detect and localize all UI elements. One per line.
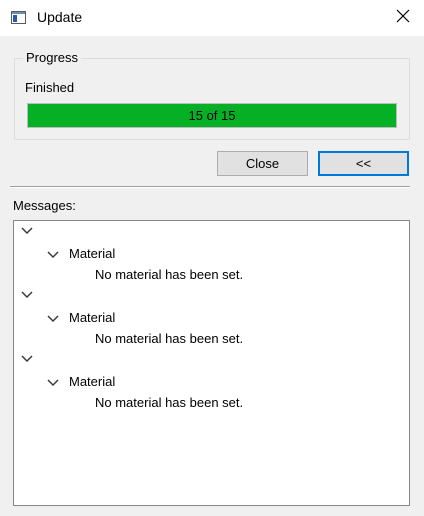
progress-group-title: Progress bbox=[23, 50, 82, 65]
window-title: Update bbox=[37, 9, 83, 25]
tree-item-category[interactable]: Material bbox=[69, 372, 115, 392]
chevron-down-icon[interactable] bbox=[47, 315, 59, 323]
title-bar: Update bbox=[0, 0, 424, 36]
close-button[interactable]: Close bbox=[217, 151, 308, 176]
progress-bar: 15 of 15 bbox=[27, 103, 397, 128]
progress-bar-text: 15 of 15 bbox=[188, 108, 236, 123]
tree-item-category[interactable]: Material bbox=[69, 244, 115, 264]
messages-tree[interactable]: Material No material has been set. Mater… bbox=[13, 220, 410, 506]
tree-item-message[interactable]: No material has been set. bbox=[95, 265, 243, 285]
separator bbox=[10, 186, 410, 188]
messages-label: Messages: bbox=[13, 198, 76, 213]
chevron-down-icon[interactable] bbox=[21, 355, 33, 363]
collapse-details-button[interactable]: << bbox=[318, 151, 409, 176]
tree-item-message[interactable]: No material has been set. bbox=[95, 393, 243, 413]
chevron-down-icon[interactable] bbox=[21, 291, 33, 299]
tree-item-category[interactable]: Material bbox=[69, 308, 115, 328]
chevron-down-icon[interactable] bbox=[47, 379, 59, 387]
status-text: Finished bbox=[25, 80, 75, 95]
close-icon[interactable] bbox=[394, 7, 412, 25]
chevron-down-icon[interactable] bbox=[47, 251, 59, 259]
chevron-down-icon[interactable] bbox=[21, 227, 33, 235]
window-icon bbox=[11, 11, 26, 24]
tree-item-message[interactable]: No material has been set. bbox=[95, 329, 243, 349]
